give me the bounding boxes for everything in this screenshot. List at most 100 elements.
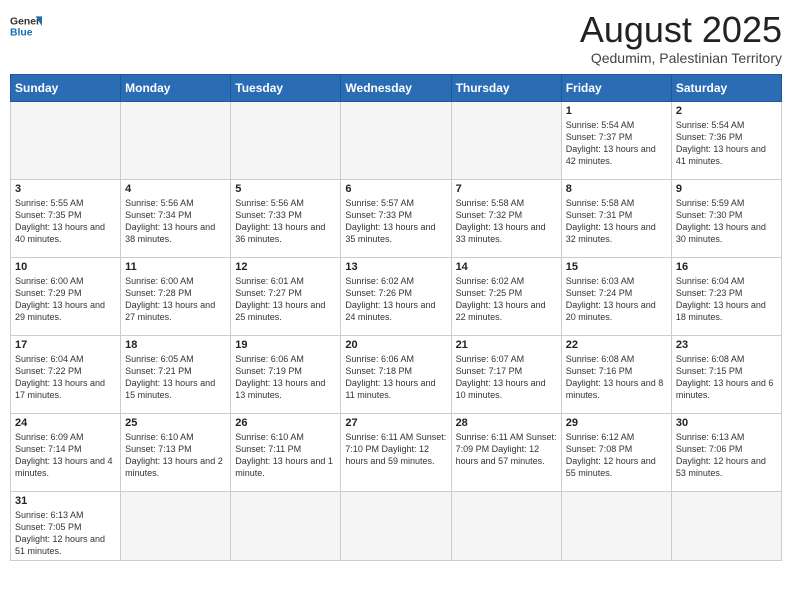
calendar-cell: 31Sunrise: 6:13 AM Sunset: 7:05 PM Dayli… — [11, 491, 121, 561]
day-number: 31 — [15, 495, 116, 507]
day-info: Sunrise: 6:00 AM Sunset: 7:29 PM Dayligh… — [15, 275, 116, 324]
day-info: Sunrise: 6:12 AM Sunset: 7:08 PM Dayligh… — [566, 431, 667, 480]
calendar-cell: 14 Sunrise: 6:02 AM Sunset: 7:25 PM Dayli… — [451, 257, 561, 335]
day-number: 29 — [566, 417, 667, 429]
calendar-subtitle: Qedumim, Palestinian Territory — [580, 50, 782, 66]
calendar-cell: 29 Sunrise: 6:12 AM Sunset: 7:08 PM Dayli… — [561, 413, 671, 491]
day-number: 9 — [676, 183, 777, 195]
day-number: 14 — [456, 261, 557, 273]
calendar-cell: 16Sunrise: 6:04 AM Sunset: 7:23 PM Dayli… — [671, 257, 781, 335]
calendar-cell — [121, 491, 231, 561]
day-number: 17 — [15, 339, 116, 351]
calendar-cell: 15Sunrise: 6:03 AM Sunset: 7:24 PM Dayli… — [561, 257, 671, 335]
calendar-cell: 13 Sunrise: 6:02 AM Sunset: 7:26 PM Dayli… — [341, 257, 451, 335]
calendar-cell — [451, 491, 561, 561]
week-row-1: 1 Sunrise: 5:54 AM Sunset: 7:37 PM Daylig… — [11, 101, 782, 179]
weekday-header-monday: Monday — [121, 74, 231, 101]
day-info: Sunrise: 5:56 AM Sunset: 7:33 PM Dayligh… — [235, 197, 336, 246]
calendar-cell: 9 Sunrise: 5:59 AM Sunset: 7:30 PM Daylig… — [671, 179, 781, 257]
day-info: Sunrise: 6:04 AM Sunset: 7:23 PM Dayligh… — [676, 275, 777, 324]
calendar-cell: 4Sunrise: 5:56 AM Sunset: 7:34 PM Daylig… — [121, 179, 231, 257]
day-number: 20 — [345, 339, 446, 351]
calendar-cell: 21 Sunrise: 6:07 AM Sunset: 7:17 PM Dayli… — [451, 335, 561, 413]
calendar-cell: 10 Sunrise: 6:00 AM Sunset: 7:29 PM Dayli… — [11, 257, 121, 335]
day-info: Sunrise: 5:58 AM Sunset: 7:31 PM Dayligh… — [566, 197, 667, 246]
calendar-cell: 3Sunrise: 5:55 AM Sunset: 7:35 PM Daylig… — [11, 179, 121, 257]
logo: General Blue — [10, 10, 42, 42]
day-number: 23 — [676, 339, 777, 351]
day-info: Sunrise: 5:58 AM Sunset: 7:32 PM Dayligh… — [456, 197, 557, 246]
day-number: 18 — [125, 339, 226, 351]
calendar-cell: 5Sunrise: 5:56 AM Sunset: 7:33 PM Daylig… — [231, 179, 341, 257]
day-info: Sunrise: 6:10 AM Sunset: 7:11 PM Dayligh… — [235, 431, 336, 480]
day-number: 3 — [15, 183, 116, 195]
day-number: 13 — [345, 261, 446, 273]
calendar-cell: 2Sunrise: 5:54 AM Sunset: 7:36 PM Daylig… — [671, 101, 781, 179]
day-info: Sunrise: 6:01 AM Sunset: 7:27 PM Dayligh… — [235, 275, 336, 324]
calendar-cell — [231, 491, 341, 561]
day-info: Sunrise: 6:06 AM Sunset: 7:18 PM Dayligh… — [345, 353, 446, 402]
calendar-cell: 27 Sunrise: 6:11 AM Sunset: 7:10 PM Dayli… — [341, 413, 451, 491]
week-row-4: 17Sunrise: 6:04 AM Sunset: 7:22 PM Dayli… — [11, 335, 782, 413]
day-info: Sunrise: 5:59 AM Sunset: 7:30 PM Dayligh… — [676, 197, 777, 246]
calendar-cell: 6 Sunrise: 5:57 AM Sunset: 7:33 PM Daylig… — [341, 179, 451, 257]
day-number: 8 — [566, 183, 667, 195]
day-info: Sunrise: 6:08 AM Sunset: 7:15 PM Dayligh… — [676, 353, 777, 402]
day-number: 22 — [566, 339, 667, 351]
calendar-cell — [231, 101, 341, 179]
day-number: 6 — [345, 183, 446, 195]
day-number: 19 — [235, 339, 336, 351]
day-number: 21 — [456, 339, 557, 351]
day-info: Sunrise: 5:54 AM Sunset: 7:37 PM Dayligh… — [566, 119, 667, 168]
day-number: 25 — [125, 417, 226, 429]
weekday-header-thursday: Thursday — [451, 74, 561, 101]
calendar-cell: 26 Sunrise: 6:10 AM Sunset: 7:11 PM Dayli… — [231, 413, 341, 491]
day-number: 30 — [676, 417, 777, 429]
calendar-cell: 17Sunrise: 6:04 AM Sunset: 7:22 PM Dayli… — [11, 335, 121, 413]
day-number: 26 — [235, 417, 336, 429]
weekday-header-wednesday: Wednesday — [341, 74, 451, 101]
day-info: Sunrise: 6:06 AM Sunset: 7:19 PM Dayligh… — [235, 353, 336, 402]
day-info: Sunrise: 6:03 AM Sunset: 7:24 PM Dayligh… — [566, 275, 667, 324]
weekday-header-friday: Friday — [561, 74, 671, 101]
calendar-cell: 7 Sunrise: 5:58 AM Sunset: 7:32 PM Daylig… — [451, 179, 561, 257]
weekday-header-tuesday: Tuesday — [231, 74, 341, 101]
calendar-table: SundayMondayTuesdayWednesdayThursdayFrid… — [10, 74, 782, 562]
day-info: Sunrise: 6:07 AM Sunset: 7:17 PM Dayligh… — [456, 353, 557, 402]
day-info: Sunrise: 6:11 AM Sunset: 7:09 PM Dayligh… — [456, 431, 557, 467]
day-number: 10 — [15, 261, 116, 273]
week-row-6: 31Sunrise: 6:13 AM Sunset: 7:05 PM Dayli… — [11, 491, 782, 561]
calendar-cell: 8 Sunrise: 5:58 AM Sunset: 7:31 PM Daylig… — [561, 179, 671, 257]
calendar-title: August 2025 — [580, 10, 782, 50]
calendar-cell: 11Sunrise: 6:00 AM Sunset: 7:28 PM Dayli… — [121, 257, 231, 335]
week-row-2: 3Sunrise: 5:55 AM Sunset: 7:35 PM Daylig… — [11, 179, 782, 257]
calendar-cell — [121, 101, 231, 179]
day-number: 1 — [566, 105, 667, 117]
day-number: 24 — [15, 417, 116, 429]
calendar-cell — [341, 101, 451, 179]
weekday-header-row: SundayMondayTuesdayWednesdayThursdayFrid… — [11, 74, 782, 101]
week-row-3: 10 Sunrise: 6:00 AM Sunset: 7:29 PM Dayli… — [11, 257, 782, 335]
weekday-header-saturday: Saturday — [671, 74, 781, 101]
day-info: Sunrise: 6:10 AM Sunset: 7:13 PM Dayligh… — [125, 431, 226, 480]
day-number: 7 — [456, 183, 557, 195]
calendar-cell — [341, 491, 451, 561]
day-info: Sunrise: 6:11 AM Sunset: 7:10 PM Dayligh… — [345, 431, 446, 467]
logo-icon: General Blue — [10, 10, 42, 42]
calendar-header: General Blue August 2025 Qedumim, Palest… — [10, 10, 782, 66]
calendar-cell: 24Sunrise: 6:09 AM Sunset: 7:14 PM Dayli… — [11, 413, 121, 491]
day-number: 27 — [345, 417, 446, 429]
calendar-cell: 19 Sunrise: 6:06 AM Sunset: 7:19 PM Dayli… — [231, 335, 341, 413]
calendar-cell: 20 Sunrise: 6:06 AM Sunset: 7:18 PM Dayli… — [341, 335, 451, 413]
day-number: 4 — [125, 183, 226, 195]
day-number: 2 — [676, 105, 777, 117]
day-info: Sunrise: 6:13 AM Sunset: 7:06 PM Dayligh… — [676, 431, 777, 480]
calendar-cell — [11, 101, 121, 179]
weekday-header-sunday: Sunday — [11, 74, 121, 101]
calendar-cell: 22Sunrise: 6:08 AM Sunset: 7:16 PM Dayli… — [561, 335, 671, 413]
day-info: Sunrise: 5:57 AM Sunset: 7:33 PM Dayligh… — [345, 197, 446, 246]
day-info: Sunrise: 6:02 AM Sunset: 7:26 PM Dayligh… — [345, 275, 446, 324]
day-info: Sunrise: 6:02 AM Sunset: 7:25 PM Dayligh… — [456, 275, 557, 324]
calendar-cell: 1 Sunrise: 5:54 AM Sunset: 7:37 PM Daylig… — [561, 101, 671, 179]
day-number: 11 — [125, 261, 226, 273]
